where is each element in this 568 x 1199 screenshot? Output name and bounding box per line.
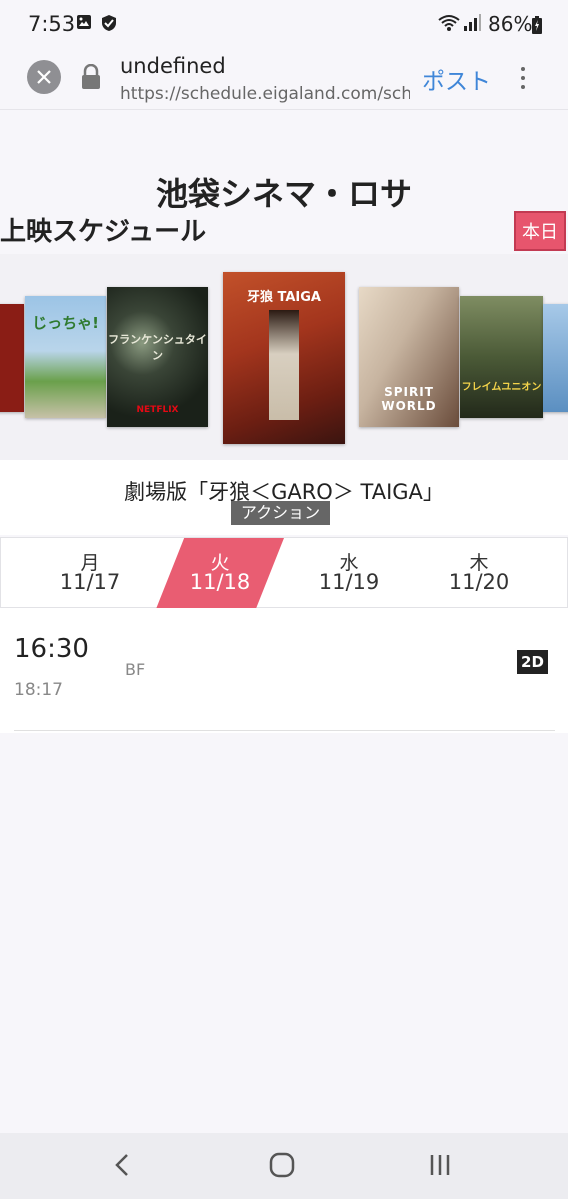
- poster-5-caption: SPIRIT WORLD: [381, 385, 437, 413]
- movie-info: 劇場版「牙狼＜GARO＞ TAIGA」 アクション: [0, 460, 568, 535]
- date-value: 11/18: [189, 570, 251, 594]
- date-tab-1120[interactable]: 木 11/20: [414, 538, 544, 609]
- battery-charging-icon: [532, 16, 542, 38]
- date-value: 11/19: [318, 570, 380, 594]
- post-button[interactable]: ポスト: [422, 62, 491, 96]
- status-time: 7:53: [28, 12, 76, 36]
- date-tab-1119[interactable]: 水 11/19: [284, 538, 414, 609]
- battery-percent: 86%: [488, 12, 533, 36]
- poster-carousel[interactable]: じっちゃ! フランケンシュタイン NETFLIX 牙狼 TAIGA SPIRIT…: [0, 254, 568, 460]
- showtime-row[interactable]: 16:30 18:17 BF 2D: [0, 608, 568, 733]
- browser-toolbar: undefined https://schedule.eigaland.com/…: [0, 52, 568, 110]
- status-bar: 7:53 86%: [0, 0, 568, 52]
- divider: [14, 730, 555, 731]
- back-icon[interactable]: [112, 1151, 132, 1183]
- poster-5[interactable]: SPIRIT WORLD: [359, 287, 459, 427]
- page-content: 池袋シネマ・ロサ 上映スケジュール 本日 じっちゃ! フランケンシュタイン NE…: [0, 111, 568, 1133]
- date-value: 11/17: [59, 570, 121, 594]
- theater-name: 池袋シネマ・ロサ: [155, 175, 412, 213]
- poster-6-caption: フレイムユニオン: [461, 382, 542, 393]
- netflix-logo: NETFLIX: [136, 405, 179, 415]
- shield-icon: [100, 14, 118, 36]
- poster-7[interactable]: [543, 304, 568, 412]
- poster-6[interactable]: フレイムユニオン: [460, 296, 543, 418]
- today-button[interactable]: 本日: [514, 211, 566, 251]
- poster-2-caption: じっちゃ!: [32, 314, 99, 332]
- recent-apps-icon[interactable]: [428, 1151, 452, 1183]
- date-tab-1118[interactable]: 火 11/18: [155, 538, 285, 609]
- home-icon[interactable]: [268, 1151, 296, 1183]
- poster-4[interactable]: 牙狼 TAIGA: [223, 272, 345, 444]
- lock-icon: [80, 63, 102, 94]
- poster-4-figure: [269, 310, 299, 420]
- date-value: 11/20: [448, 570, 510, 594]
- image-icon: [76, 14, 92, 34]
- showtime-end: 18:17: [14, 680, 63, 700]
- close-button[interactable]: [27, 60, 61, 94]
- schedule-title: 上映スケジュール: [0, 217, 207, 247]
- date-tab-1117[interactable]: 月 11/17: [25, 538, 155, 609]
- page-title: undefined: [120, 54, 226, 78]
- wifi-icon: [438, 14, 460, 36]
- close-icon: [37, 70, 51, 84]
- navigation-bar: [0, 1133, 568, 1199]
- signal-icon: [463, 14, 481, 36]
- more-options-icon[interactable]: [514, 64, 532, 94]
- format-badge: 2D: [517, 650, 548, 674]
- genre-badge: アクション: [231, 501, 330, 525]
- poster-2[interactable]: じっちゃ!: [25, 296, 106, 418]
- poster-3-caption: フランケンシュタイン: [108, 333, 207, 362]
- screen-label: BF: [125, 660, 146, 679]
- showtime-start: 16:30: [14, 634, 89, 664]
- url-text[interactable]: https://schedule.eigaland.com/sche: [120, 84, 410, 104]
- poster-1[interactable]: [0, 304, 24, 412]
- poster-4-caption: 牙狼 TAIGA: [246, 290, 321, 305]
- date-selector: 月 11/17 火 11/18 水 11/19 木 11/20: [0, 537, 568, 609]
- poster-3[interactable]: フランケンシュタイン NETFLIX: [107, 287, 208, 427]
